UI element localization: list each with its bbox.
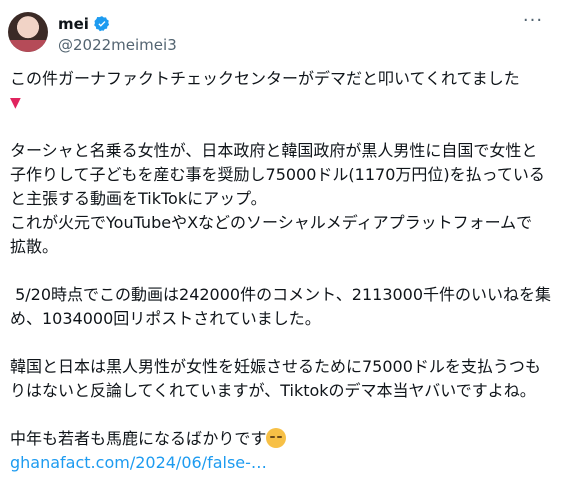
tweet-line: 5/20時点でこの動画は242000件のコメント、2113000千件のいいねを集 bbox=[10, 285, 552, 304]
verified-badge-icon bbox=[94, 16, 110, 32]
display-name-row: mei bbox=[58, 14, 177, 34]
tweet-line: りはないと反論してくれていますが、Tiktokのデマ本当ヤバいですよね。 bbox=[10, 381, 536, 400]
tweet-line: これが火元でYouTubeやXなどのソーシャルメディアプラットフォームで bbox=[10, 213, 533, 232]
display-name[interactable]: mei bbox=[58, 15, 89, 33]
tweet-line: 拡散。 bbox=[10, 237, 59, 256]
user-handle[interactable]: @2022meimei3 bbox=[58, 36, 177, 54]
tweet-line: め、1034000回リポストされていました。 bbox=[10, 309, 321, 328]
tweet-line: ターシャと名乗る女性が、日本政府と韓国政府が黒人男性に自国で女性と bbox=[10, 141, 538, 160]
pensive-face-emoji-icon bbox=[266, 428, 287, 448]
avatar[interactable] bbox=[8, 12, 48, 52]
tweet-body: この件ガーナファクトチェックセンターがデマだと叩いてくれてました ▼ ターシャと… bbox=[10, 67, 576, 475]
heart-icon: ▼ bbox=[10, 95, 21, 111]
tweet-line: と主張する動画をTikTokにアップ。 bbox=[10, 189, 267, 208]
more-options-icon[interactable]: ··· bbox=[518, 10, 548, 31]
author-info: mei @2022meimei3 bbox=[58, 14, 177, 54]
tweet-line: 韓国と日本は黒人男性が女性を妊娠させるために75000ドルを支払うつも bbox=[10, 357, 541, 376]
tweet-card: mei @2022meimei3 ··· この件ガーナファクトチェックセンターが… bbox=[0, 0, 584, 493]
tweet-line: 子作りして子どもを産む事を奨励し75000ドル(1170万円位)を払っている bbox=[10, 165, 545, 184]
tweet-line: 中年も若者も馬鹿になるばかりです bbox=[10, 427, 576, 451]
tweet-line: この件ガーナファクトチェックセンターがデマだと叩いてくれてました bbox=[10, 69, 520, 88]
tweet-line-text: 中年も若者も馬鹿になるばかりです bbox=[10, 429, 267, 448]
article-link[interactable]: ghanafact.com/2024/06/false-… bbox=[10, 451, 576, 475]
